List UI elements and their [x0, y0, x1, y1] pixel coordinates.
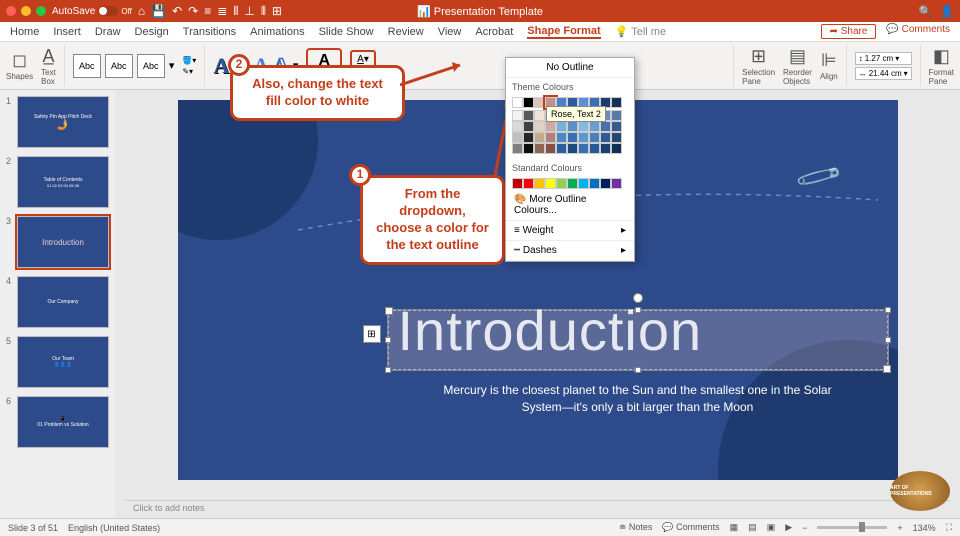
shape-outline-icon[interactable]: ✎▾ [182, 67, 196, 76]
tab-home[interactable]: Home [10, 26, 39, 38]
theme-colours-label: Theme Colours [506, 78, 634, 96]
standard-colours-label: Standard Colours [506, 159, 634, 177]
search-icon[interactable]: 🔍 [919, 5, 933, 18]
outline-color-dropdown: No Outline Theme Colours Rose, Text 2 St… [505, 57, 635, 262]
maximize-icon[interactable] [36, 6, 46, 16]
width-input[interactable]: ↔ 21.44 cm ▾ [855, 67, 912, 80]
tab-draw[interactable]: Draw [95, 26, 121, 38]
sorter-view-icon[interactable]: ▤ [748, 522, 757, 533]
color-tooltip: Rose, Text 2 [546, 106, 606, 122]
weight-option[interactable]: ≡ Weight▸ [506, 221, 634, 241]
more-colours-option[interactable]: 🎨 More Outline Colours... [506, 190, 634, 221]
tab-view[interactable]: View [438, 26, 462, 38]
save-icon[interactable]: 💾 [151, 4, 166, 19]
tab-design[interactable]: Design [135, 26, 169, 38]
autosave-toggle[interactable]: AutoSave Off [52, 6, 132, 17]
zoom-slider[interactable] [817, 526, 887, 529]
redo-icon[interactable]: ↷ [188, 4, 198, 19]
slide-counter: Slide 3 of 51 [8, 523, 58, 533]
dashes-option[interactable]: ┅ Dashes▸ [506, 241, 634, 261]
minimize-icon[interactable] [21, 6, 31, 16]
tab-shape-format[interactable]: Shape Format [527, 25, 600, 39]
height-input[interactable]: ↕ 1.27 cm ▾ [855, 52, 912, 65]
tab-transitions[interactable]: Transitions [183, 26, 236, 38]
slide-heading[interactable]: Introduction [398, 298, 703, 363]
selection-pane-button[interactable]: ⊞Selection Pane [742, 46, 775, 86]
comments-button[interactable]: 💬 Comments [886, 24, 950, 39]
ribbon-tabs: Home Insert Draw Design Transitions Anim… [0, 22, 960, 42]
shape-fill-icon[interactable]: 🪣▾ [182, 56, 196, 65]
document-title: 📊 Presentation Template [417, 5, 543, 18]
notes-toggle[interactable]: ≐ Notes [619, 522, 653, 533]
slide-subtext[interactable]: Mercury is the closest planet to the Sun… [438, 382, 838, 416]
thumb-2[interactable]: 2Table of Contents01 02 03 04 05 06 [6, 156, 109, 208]
slideshow-view-icon[interactable]: ▶ [785, 522, 792, 533]
tab-slideshow[interactable]: Slide Show [319, 26, 374, 38]
arrow-2 [400, 60, 470, 90]
tab-acrobat[interactable]: Acrobat [475, 26, 513, 38]
format-pane-button[interactable]: ◧Format Pane [929, 46, 954, 86]
tab-insert[interactable]: Insert [53, 26, 81, 38]
watermark-logo: ART OF PRESENTATIONS [890, 471, 950, 511]
no-outline-option[interactable]: No Outline [506, 58, 634, 78]
reading-view-icon[interactable]: ▣ [767, 522, 776, 533]
comments-toggle[interactable]: 💬 Comments [662, 522, 719, 533]
titlebar: AutoSave Off ⌂ 💾 ↶ ↷ ≡≣⫴⊥⫴⊞ 📊 Presentati… [0, 0, 960, 22]
window-controls[interactable] [6, 6, 46, 16]
notes-pane[interactable]: Click to add notes [125, 500, 950, 518]
thumb-6[interactable]: 6📱01 Problem vs Solution [6, 396, 109, 448]
tab-animations[interactable]: Animations [250, 26, 304, 38]
user-icon[interactable]: 👤 [940, 5, 954, 18]
thumb-1[interactable]: 1Safety Pin App Pitch Deck🤳 [6, 96, 109, 148]
ribbon: ◻Shapes A̲Text Box Abc Abc Abc ▾ 🪣▾ ✎▾ A… [0, 42, 960, 90]
layout-options-icon[interactable]: ⊞ [363, 325, 381, 343]
status-bar: Slide 3 of 51 English (United States) ≐ … [0, 518, 960, 536]
callout-1: 1 From the dropdown, choose a color for … [360, 175, 505, 265]
zoom-value[interactable]: 134% [913, 523, 936, 533]
thumb-3[interactable]: 3Introduction [6, 216, 109, 268]
slide-thumbnails: 1Safety Pin App Pitch Deck🤳 2Table of Co… [0, 90, 115, 518]
thumb-5[interactable]: 5Our Team👤👤👤 [6, 336, 109, 388]
normal-view-icon[interactable]: ▦ [730, 522, 739, 533]
callout-2: 2 Also, change the text fill color to wh… [230, 65, 405, 121]
reorder-button[interactable]: ▤Reorder Objects [783, 46, 812, 86]
shape-styles[interactable]: Abc Abc Abc ▾ [73, 54, 175, 78]
undo-icon[interactable]: ↶ [172, 4, 182, 19]
share-button[interactable]: ➦ Share [821, 24, 877, 39]
home-icon[interactable]: ⌂ [138, 4, 145, 19]
tab-review[interactable]: Review [388, 26, 424, 38]
align-button[interactable]: ⊫Align [820, 50, 838, 81]
tell-me[interactable]: 💡 Tell me [615, 25, 666, 38]
textbox-button[interactable]: A̲Text Box [41, 46, 56, 86]
thumb-4[interactable]: 4Our Company [6, 276, 109, 328]
language-label[interactable]: English (United States) [68, 523, 160, 533]
quick-access-toolbar[interactable]: ⌂ 💾 ↶ ↷ ≡≣⫴⊥⫴⊞ [138, 4, 282, 19]
close-icon[interactable] [6, 6, 16, 16]
shapes-button[interactable]: ◻Shapes [6, 50, 33, 81]
standard-color-row[interactable] [506, 177, 634, 190]
fit-icon[interactable]: ⛶ [946, 522, 952, 533]
